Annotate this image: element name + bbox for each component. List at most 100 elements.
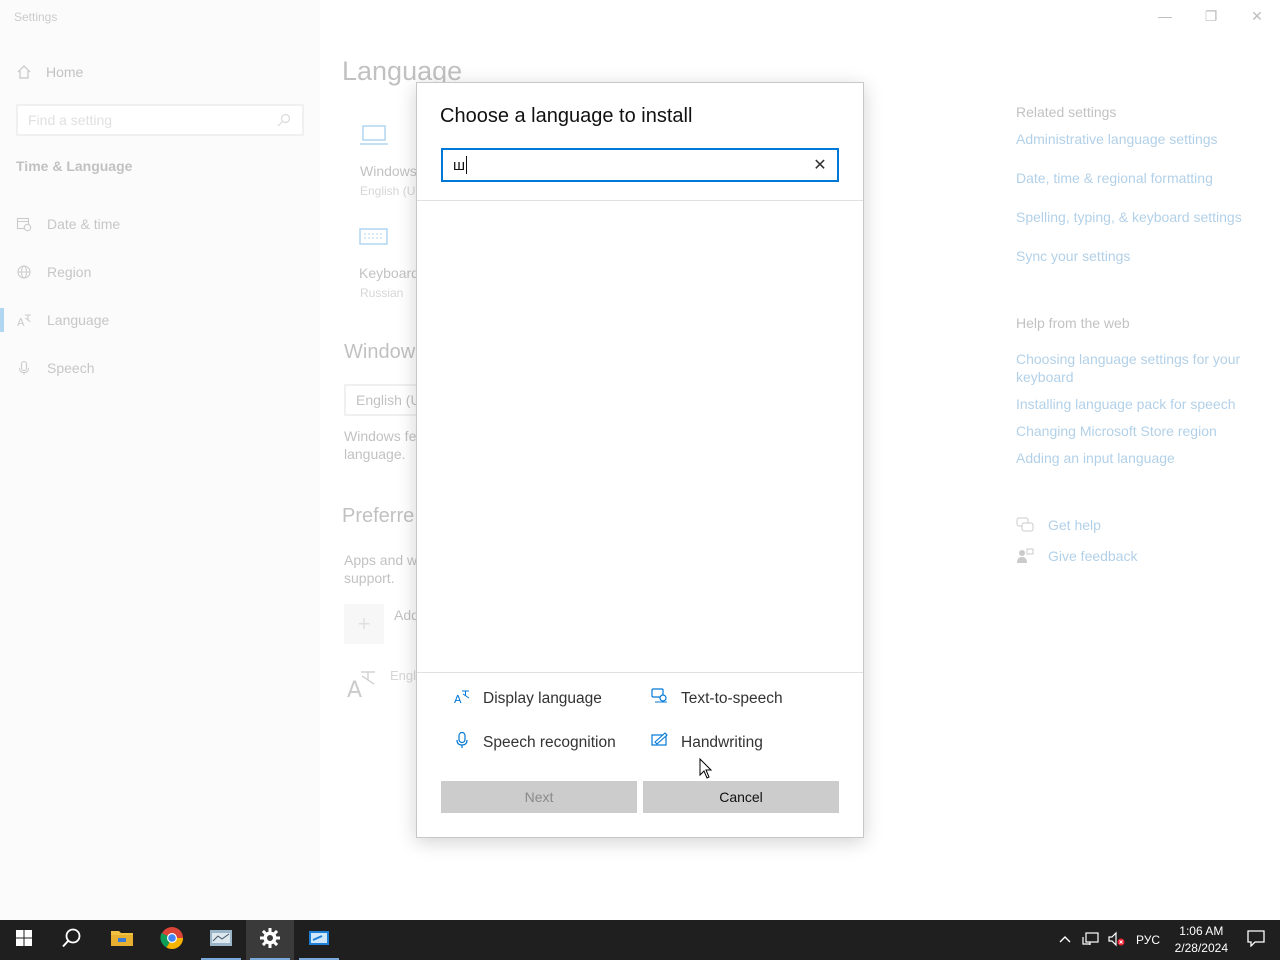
search-icon [276, 112, 292, 128]
dialog-title: Choose a language to install [440, 105, 693, 127]
taskbar-chrome[interactable] [148, 920, 196, 960]
taskbar-other-app[interactable] [295, 920, 343, 960]
apps-text-2: support. [344, 570, 395, 586]
help-link-keyboard-line1[interactable]: Choosing language settings for your [1016, 351, 1240, 367]
display-language-icon: A [453, 687, 471, 710]
maximize-button[interactable]: ❐ [1188, 0, 1234, 32]
taskbar-app-window[interactable] [197, 920, 245, 960]
app-window-icon [209, 928, 233, 953]
legend-label: Handwriting [681, 733, 763, 751]
legend-label: Text-to-speech [681, 689, 783, 707]
microphone-icon [16, 360, 32, 376]
related-link-sync[interactable]: Sync your settings [1016, 248, 1130, 264]
folder-icon [110, 928, 134, 953]
help-link-store-region[interactable]: Changing Microsoft Store region [1016, 423, 1217, 439]
clock-time: 1:06 AM [1179, 924, 1224, 938]
sidebar-item-label: Region [47, 264, 92, 280]
taskbar-file-explorer[interactable] [98, 920, 146, 960]
network-icon[interactable] [1082, 931, 1100, 950]
taskbar-clock[interactable]: 1:06 AM 2/28/2024 [1175, 923, 1228, 957]
windows-display-tile-sub: English (U [360, 184, 416, 198]
taskbar-search-button[interactable] [48, 920, 96, 960]
language-search-value: ш [453, 156, 466, 174]
legend-label: Display language [483, 689, 602, 707]
language-icon: A [16, 312, 32, 328]
cancel-button[interactable]: Cancel [643, 781, 839, 813]
related-link-date-time[interactable]: Date, time & regional formatting [1016, 170, 1213, 186]
windows-display-tile-label[interactable]: Windows [360, 163, 417, 179]
windows-features-text-2: language. [344, 446, 406, 462]
svg-text:A: A [17, 316, 25, 328]
related-link-admin[interactable]: Administrative language settings [1016, 131, 1218, 147]
next-button[interactable]: Next [441, 781, 637, 813]
choose-language-dialog: Choose a language to install ш ✕ A Displ… [416, 82, 864, 838]
calendar-clock-icon [16, 216, 32, 232]
input-language-indicator[interactable]: РУС [1136, 933, 1160, 947]
sidebar-item-label: Speech [47, 360, 95, 376]
english-language-item[interactable]: Engl [390, 668, 416, 683]
svg-text:A: A [347, 678, 362, 700]
sidebar-item-label: Language [47, 312, 110, 328]
volume-muted-icon[interactable] [1108, 931, 1126, 950]
sidebar-home[interactable]: Home [16, 64, 83, 80]
clock-date: 2/28/2024 [1174, 941, 1228, 955]
get-help-link[interactable]: Get help [1048, 517, 1101, 533]
home-label: Home [46, 64, 84, 80]
minimize-button[interactable]: — [1142, 0, 1188, 32]
get-help-icon [1016, 517, 1034, 538]
sidebar-item-date-time[interactable]: Date & time [16, 216, 120, 232]
taskbar-settings[interactable] [246, 920, 294, 960]
language-results-list [417, 201, 863, 671]
help-heading: Help from the web [1016, 315, 1130, 331]
legend-speech-recognition: Speech recognition [453, 731, 616, 754]
speech-recognition-icon [453, 731, 471, 754]
search-placeholder: Find a setting [28, 112, 113, 128]
sidebar-item-language[interactable]: A Language [0, 308, 110, 332]
handwriting-icon [651, 731, 669, 754]
app-title: Settings [14, 10, 58, 24]
add-language-button[interactable]: + [344, 604, 384, 644]
language-search-input[interactable]: ш ✕ [441, 148, 839, 182]
results-bottom-divider [417, 672, 863, 673]
search-icon [61, 927, 83, 954]
notification-icon [1246, 929, 1266, 952]
chrome-icon [160, 926, 184, 955]
chevron-up-icon[interactable] [1058, 933, 1072, 947]
apps-text-1: Apps and w [344, 552, 418, 568]
clear-search-icon[interactable]: ✕ [811, 156, 829, 174]
section-title: Time & Language [16, 158, 133, 174]
sidebar-item-label: Date & time [47, 216, 121, 232]
legend-display-language: A Display language [453, 687, 602, 710]
keyboard-tile-label[interactable]: Keyboard [359, 265, 419, 281]
help-link-speech-pack[interactable]: Installing language pack for speech [1016, 396, 1235, 412]
mouse-cursor-icon [699, 757, 713, 785]
start-button[interactable] [0, 920, 48, 960]
system-tray: РУС [1058, 920, 1160, 960]
action-center-button[interactable] [1232, 920, 1280, 960]
help-link-keyboard-line2[interactable]: keyboard [1016, 369, 1074, 385]
related-link-spelling[interactable]: Spelling, typing, & keyboard settings [1016, 209, 1242, 225]
language-pack-icon: A [347, 666, 377, 705]
windows-display-language-heading: Window [344, 341, 416, 363]
settings-search-input[interactable]: Find a setting [16, 104, 304, 136]
svg-text:A: A [454, 693, 462, 705]
sidebar-item-speech[interactable]: Speech [16, 360, 94, 376]
restore-icon: ❐ [1204, 7, 1218, 24]
windows-features-text-1: Windows fe [344, 428, 417, 444]
gear-icon [259, 927, 281, 954]
minimize-icon: — [1158, 8, 1172, 24]
text-caret [466, 156, 468, 174]
help-link-input-language[interactable]: Adding an input language [1016, 450, 1175, 466]
close-icon: ✕ [1251, 7, 1263, 24]
taskbar: РУС 1:06 AM 2/28/2024 [0, 920, 1280, 960]
app-icon [307, 928, 331, 953]
legend-text-to-speech: Text-to-speech [651, 687, 783, 710]
sidebar-item-region[interactable]: Region [16, 264, 91, 280]
close-button[interactable]: ✕ [1234, 0, 1280, 32]
related-settings-heading: Related settings [1016, 104, 1117, 120]
give-feedback-link[interactable]: Give feedback [1048, 548, 1138, 564]
keyboard-icon [359, 226, 389, 253]
settings-sidebar: Settings Home Find a setting Time & Lang… [0, 0, 320, 920]
feedback-icon [1016, 548, 1034, 569]
monitor-icon [360, 124, 390, 153]
